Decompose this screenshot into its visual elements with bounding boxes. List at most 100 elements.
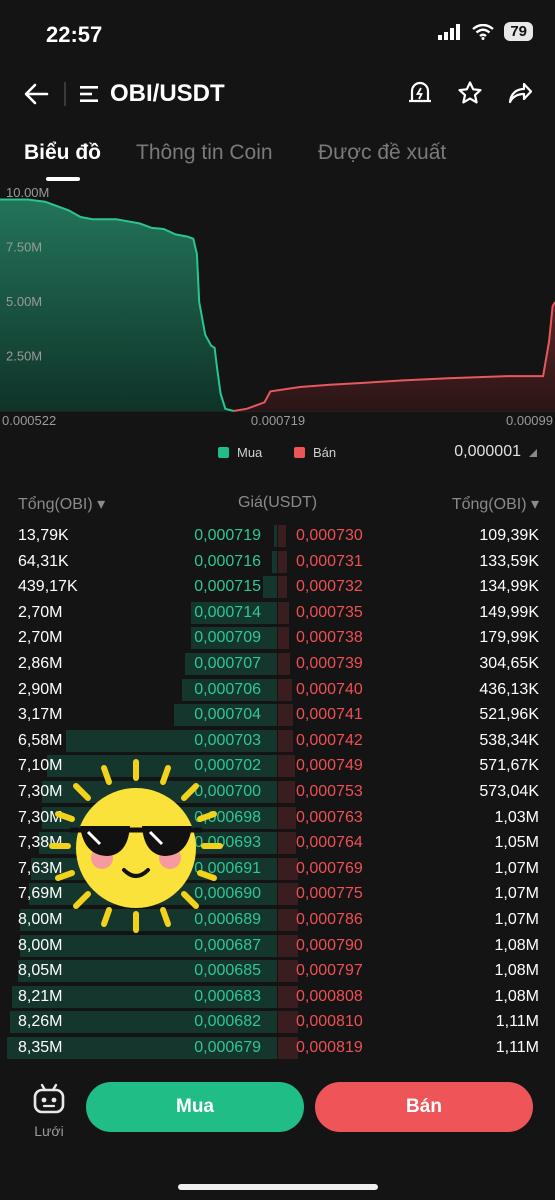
wifi-icon xyxy=(472,23,495,40)
sell-price: 0,000739 xyxy=(296,654,363,672)
orderbook-row[interactable]: 2,70M 0,000714 0,000735 149,99K xyxy=(0,600,555,626)
y-tick-label: 5.00M xyxy=(6,294,42,309)
sell-total: 1,07M xyxy=(494,859,539,877)
sell-total: 1,08M xyxy=(494,962,539,980)
x-tick-label: 0.00099 xyxy=(506,413,553,428)
chart-legend: Mua Bán 0,000001 xyxy=(0,443,555,467)
orderbook-row[interactable]: 8,26M 0,000682 0,000810 1,11M xyxy=(0,1009,555,1035)
buy-price: 0,000714 xyxy=(194,603,261,621)
legend-buy: Mua xyxy=(218,445,262,460)
tab-chart[interactable]: Biểu đồ xyxy=(24,141,101,165)
orderbook-header: Tổng(OBI) ▾ Giá(USDT) Tổng(OBI) ▾ xyxy=(0,494,555,516)
battery-indicator: 79 xyxy=(504,22,533,41)
sell-price: 0,000810 xyxy=(296,1013,363,1031)
orderbook-row[interactable]: 8,05M 0,000685 0,000797 1,08M xyxy=(0,958,555,984)
header-price: Giá(USDT) xyxy=(238,494,318,511)
orderbook-row[interactable]: 8,35M 0,000679 0,000819 1,11M xyxy=(0,1035,555,1061)
buy-price: 0,000716 xyxy=(194,552,261,570)
price-alert-icon[interactable] xyxy=(407,80,433,106)
buy-price: 0,000685 xyxy=(194,962,261,980)
orderbook-row[interactable]: 13,79K 0,000719 0,000730 109,39K xyxy=(0,523,555,549)
status-icons: 79 xyxy=(438,22,533,41)
corner-triangle-icon xyxy=(529,449,537,457)
sell-total: 538,34K xyxy=(479,731,539,749)
sell-total: 1,11M xyxy=(495,1013,539,1031)
buy-depth-bar xyxy=(274,525,277,547)
tab-suggested[interactable]: Được đề xuất xyxy=(318,141,446,165)
sell-price: 0,000790 xyxy=(296,936,363,954)
signal-icon xyxy=(438,23,461,40)
sell-depth-bar xyxy=(278,1011,298,1034)
buy-price: 0,000682 xyxy=(194,1013,261,1031)
sell-price: 0,000786 xyxy=(296,910,363,928)
buy-total: 64,31K xyxy=(18,552,69,570)
sell-depth-bar xyxy=(278,525,286,547)
star-icon[interactable] xyxy=(457,80,483,106)
sun-sticker xyxy=(49,759,223,933)
legend-sell-label: Bán xyxy=(313,445,337,460)
share-icon[interactable] xyxy=(507,80,533,106)
orderbook-row[interactable]: 6,58M 0,000703 0,000742 538,34K xyxy=(0,728,555,754)
header-buy-total-label: Tổng(OBI) xyxy=(18,496,93,513)
buy-total: 2,90M xyxy=(18,680,63,698)
buy-price: 0,000706 xyxy=(194,680,261,698)
tab-coin-info[interactable]: Thông tin Coin xyxy=(136,141,273,165)
sell-price: 0,000732 xyxy=(296,578,363,596)
sell-depth-bar xyxy=(278,627,289,650)
precision-selector[interactable]: 0,000001 xyxy=(454,443,537,461)
sell-total: 573,04K xyxy=(479,782,539,800)
tab-bar: Biểu đồ Thông tin Coin Được đề xuất xyxy=(0,135,555,185)
legend-sell: Bán xyxy=(294,445,336,460)
sell-button[interactable]: Bán xyxy=(315,1082,533,1132)
robot-icon xyxy=(33,1083,65,1114)
buy-total: 8,21M xyxy=(18,987,63,1005)
grid-bot-label: Lưới xyxy=(34,1123,64,1139)
back-button[interactable] xyxy=(22,80,50,113)
buy-price: 0,000707 xyxy=(194,654,261,672)
header-buy-total[interactable]: Tổng(OBI) ▾ xyxy=(18,494,105,514)
buy-total: 13,79K xyxy=(18,527,69,544)
buy-total: 2,86M xyxy=(18,654,63,672)
sell-depth-bar xyxy=(278,780,295,803)
sell-price: 0,000753 xyxy=(296,782,363,800)
status-bar: 22:57 79 xyxy=(0,0,555,70)
orderbook-row[interactable]: 2,86M 0,000707 0,000739 304,65K xyxy=(0,651,555,677)
sell-total: 571,67K xyxy=(479,757,539,775)
sell-price: 0,000769 xyxy=(296,859,363,877)
home-indicator xyxy=(178,1184,378,1190)
sell-depth-bar xyxy=(278,806,296,829)
buy-total: 8,26M xyxy=(18,1013,63,1031)
sell-total: 304,65K xyxy=(479,654,539,672)
orderbook-row[interactable]: 64,31K 0,000716 0,000731 133,59K xyxy=(0,549,555,575)
header-sell-total[interactable]: Tổng(OBI) ▾ xyxy=(452,494,539,514)
orderbook-row[interactable]: 3,17M 0,000704 0,000741 521,96K xyxy=(0,702,555,728)
nav-actions xyxy=(407,80,533,106)
sell-total: 436,13K xyxy=(479,680,539,698)
buy-price: 0,000709 xyxy=(194,629,261,647)
nav-divider xyxy=(64,82,66,106)
pair-title: OBI/USDT xyxy=(110,80,225,107)
legend-sell-swatch xyxy=(294,447,305,458)
buy-total: 8,05M xyxy=(18,962,63,980)
sell-depth-bar xyxy=(278,832,296,855)
sell-total: 149,99K xyxy=(479,603,539,621)
sell-depth-bar xyxy=(278,883,298,906)
menu-icon xyxy=(80,86,98,102)
orderbook-row[interactable]: 439,17K 0,000715 0,000732 134,99K xyxy=(0,574,555,600)
buy-price: 0,000683 xyxy=(194,987,261,1005)
buy-price: 0,000687 xyxy=(194,936,261,954)
sell-depth-bar xyxy=(278,908,298,931)
orderbook-row[interactable]: 2,90M 0,000706 0,000740 436,13K xyxy=(0,677,555,703)
sell-price: 0,000749 xyxy=(296,757,363,775)
pair-selector[interactable]: OBI/USDT xyxy=(80,80,225,108)
grid-bot-button[interactable]: Lưới xyxy=(26,1082,72,1139)
orderbook-row[interactable]: 8,00M 0,000687 0,000790 1,08M xyxy=(0,933,555,959)
sell-depth-bar xyxy=(278,550,287,573)
buy-button[interactable]: Mua xyxy=(86,1082,304,1132)
buy-total: 8,35M xyxy=(18,1038,63,1056)
buy-total: 2,70M xyxy=(18,629,63,647)
orderbook-row[interactable]: 8,21M 0,000683 0,000808 1,08M xyxy=(0,984,555,1010)
header-sell-total-label: Tổng(OBI) xyxy=(451,496,527,513)
y-tick-label: 10.00M xyxy=(6,185,49,200)
orderbook-row[interactable]: 2,70M 0,000709 0,000738 179,99K xyxy=(0,625,555,651)
